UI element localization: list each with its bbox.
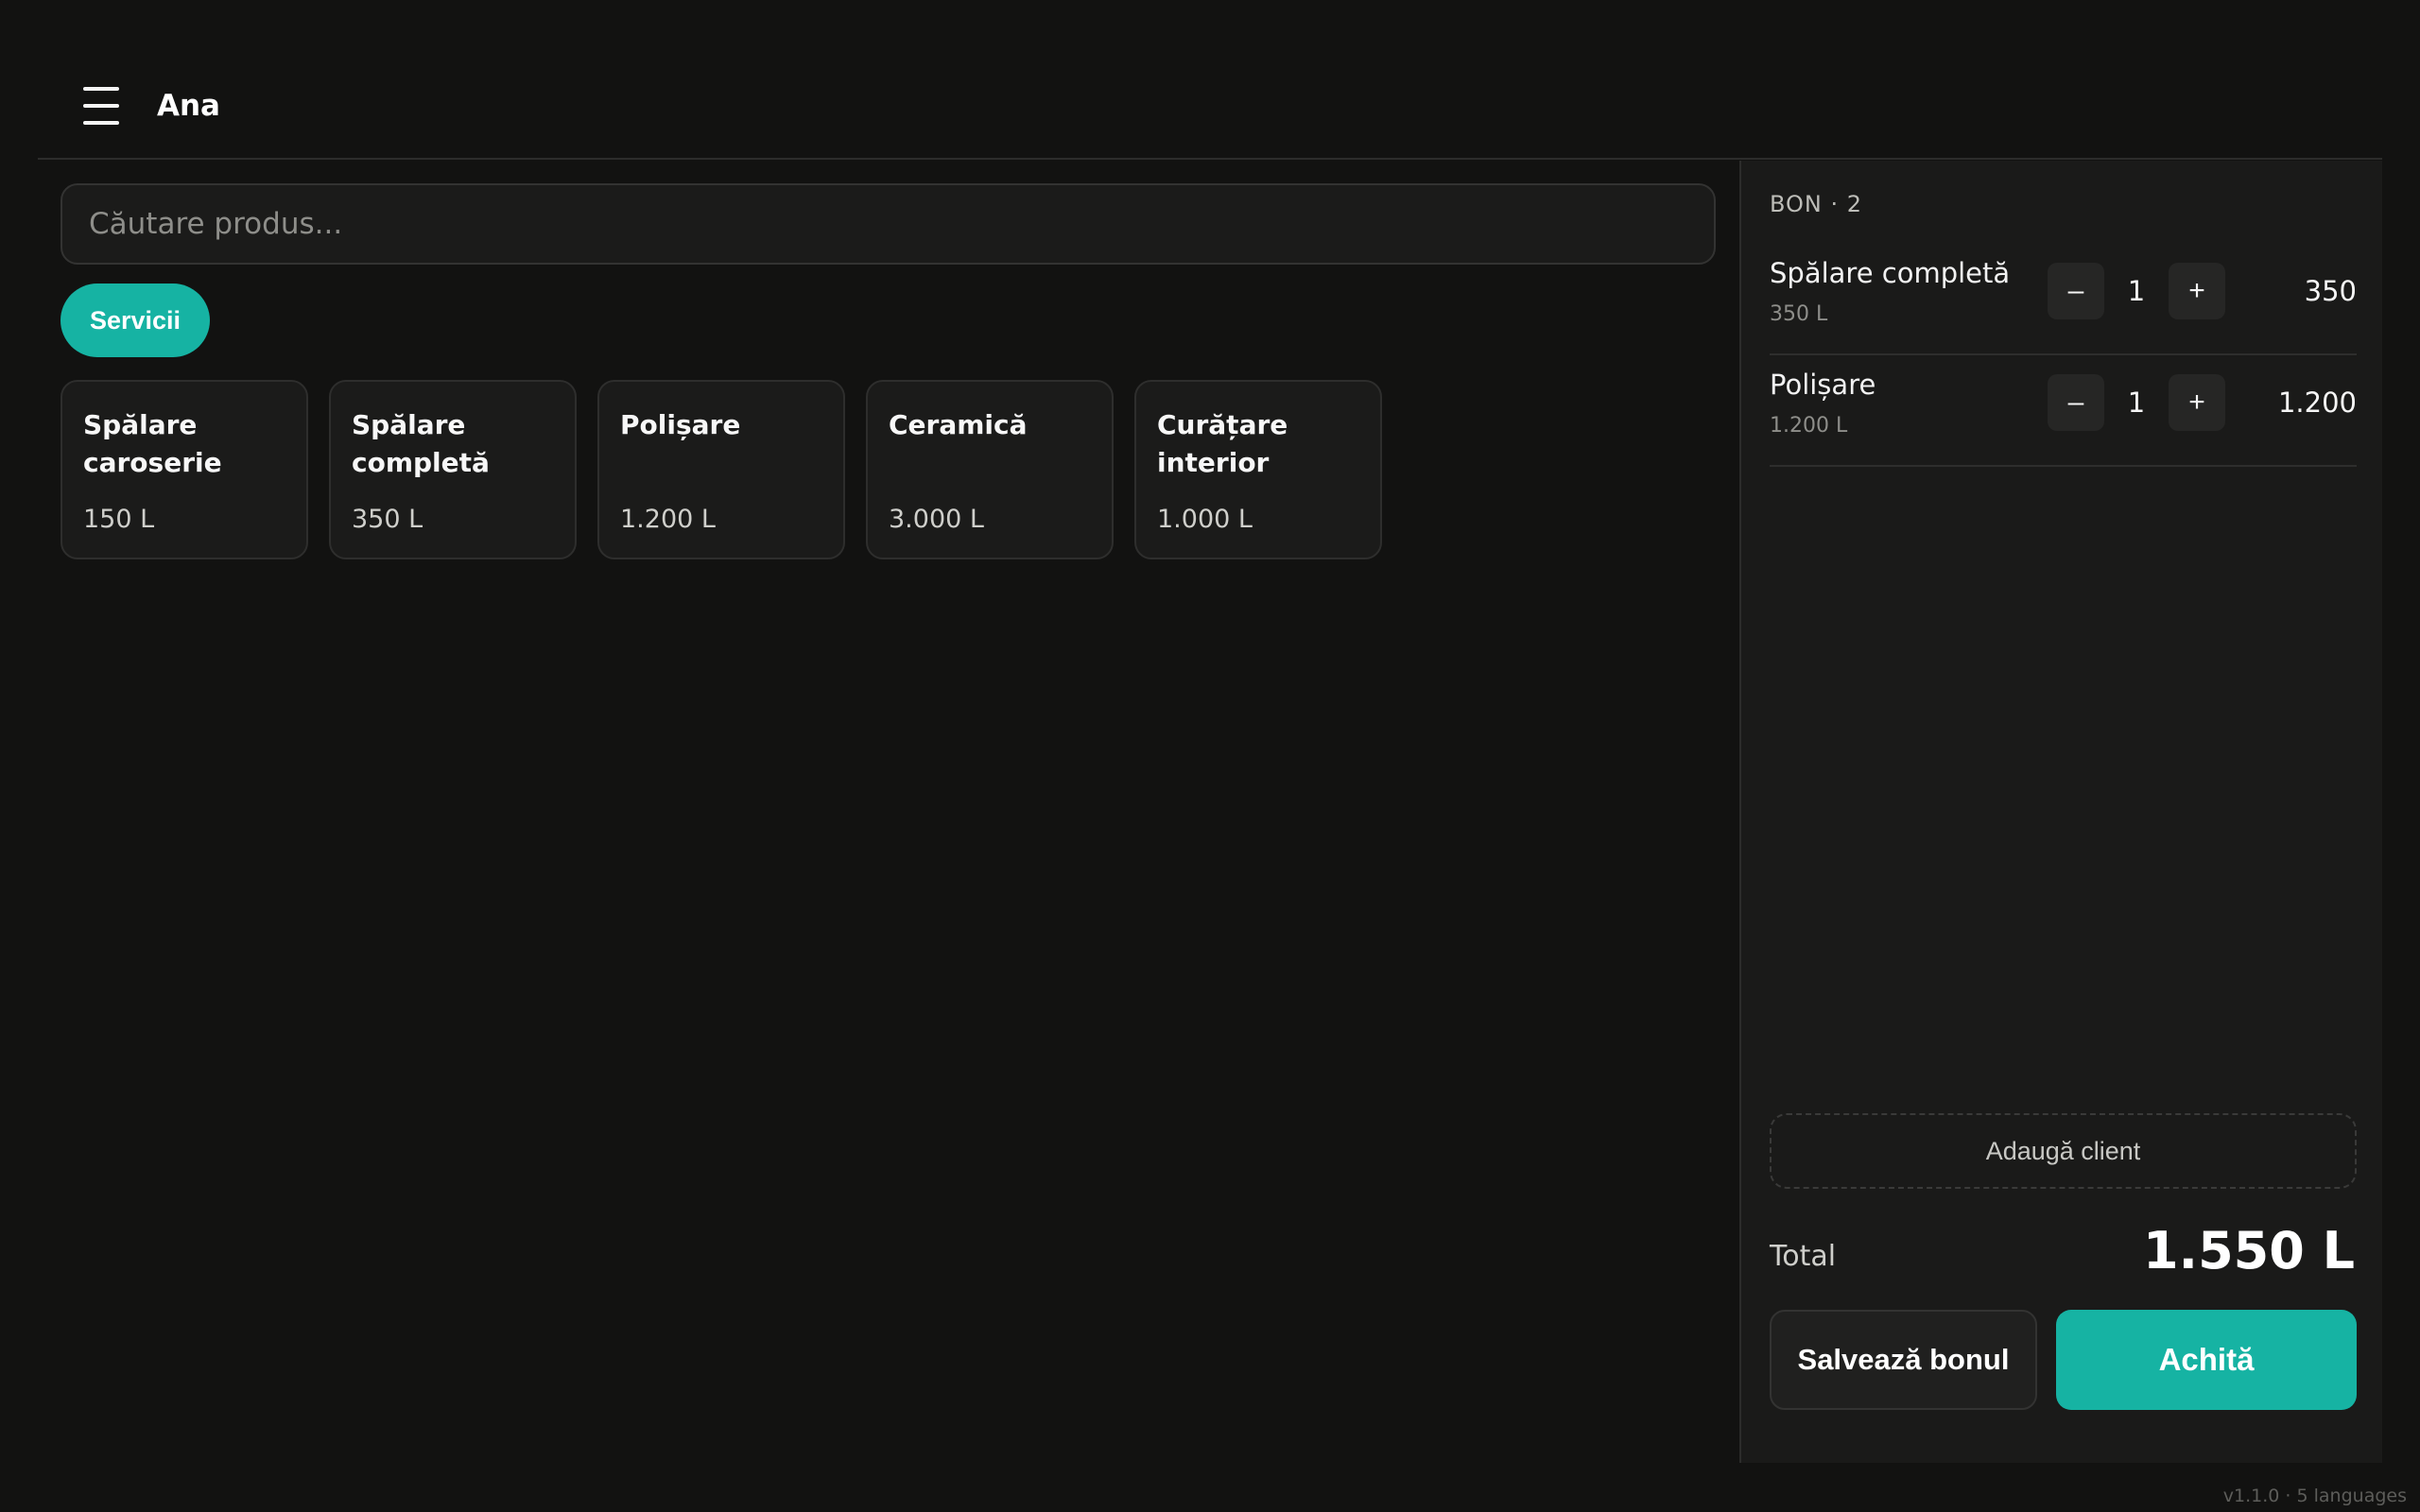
pay-button[interactable]: Achită <box>2056 1310 2357 1410</box>
receipt-line: Spălare completă 350 L – 1 + 350 <box>1770 244 2357 355</box>
line-item-unit-price: 350 L <box>1770 302 1828 326</box>
save-receipt-button[interactable]: Salvează bonul <box>1770 1310 2037 1410</box>
increase-quantity-button[interactable]: + <box>2169 263 2225 319</box>
product-price: 1.000 L <box>1157 505 1253 534</box>
user-name: Ana <box>157 89 220 123</box>
decrease-quantity-button[interactable]: – <box>2048 263 2104 319</box>
product-price: 3.000 L <box>889 505 984 534</box>
top-bar: Ana <box>38 0 2382 160</box>
increase-quantity-button[interactable]: + <box>2169 374 2225 431</box>
product-card[interactable]: Ceramică 3.000 L <box>866 380 1114 559</box>
line-item-unit-price: 1.200 L <box>1770 414 1848 438</box>
product-name: Curățare interior <box>1157 409 1288 478</box>
category-chip-servicii[interactable]: Servicii <box>60 284 210 357</box>
decrease-quantity-button[interactable]: – <box>2048 374 2104 431</box>
receipt-lines: Spălare completă 350 L – 1 + 350 Polișar… <box>1770 244 2357 467</box>
product-name: Ceramică <box>889 409 1028 440</box>
line-item-total: 350 <box>2304 275 2357 307</box>
product-price: 150 L <box>83 505 155 534</box>
quantity-value: 1 <box>2127 275 2146 307</box>
product-card[interactable]: Spălare completă 350 L <box>329 380 577 559</box>
version-label: v1.1.0 · 5 languages <box>2222 1486 2407 1506</box>
line-item-name: Spălare completă <box>1770 257 2011 289</box>
line-item-total: 1.200 <box>2277 387 2357 419</box>
product-card[interactable]: Spălare caroserie 150 L <box>60 380 308 559</box>
quantity-value: 1 <box>2127 387 2146 419</box>
product-name: Spălare caroserie <box>83 409 222 478</box>
product-card[interactable]: Polișare 1.200 L <box>597 380 845 559</box>
receipt-title: BON · 2 <box>1770 191 1863 217</box>
receipt-panel: BON · 2 Spălare completă 350 L – 1 + 350… <box>1739 161 2382 1463</box>
product-price: 350 L <box>352 505 424 534</box>
product-name: Spălare completă <box>352 409 490 478</box>
hamburger-menu-icon[interactable] <box>83 87 119 125</box>
pos-app: Ana Servicii Spălare caroserie 150 L Spă… <box>0 0 2420 1512</box>
product-card[interactable]: Curățare interior 1.000 L <box>1134 380 1382 559</box>
product-name: Polișare <box>620 409 741 440</box>
product-grid: Spălare caroserie 150 L Spălare completă… <box>60 380 1382 559</box>
receipt-line: Polișare 1.200 L – 1 + 1.200 <box>1770 355 2357 467</box>
total-amount: 1.550 L <box>2142 1221 2355 1280</box>
product-search-input[interactable] <box>60 183 1716 265</box>
line-item-name: Polișare <box>1770 369 1876 401</box>
add-client-button[interactable]: Adaugă client <box>1770 1113 2357 1189</box>
product-price: 1.200 L <box>620 505 716 534</box>
total-label: Total <box>1770 1240 1837 1273</box>
